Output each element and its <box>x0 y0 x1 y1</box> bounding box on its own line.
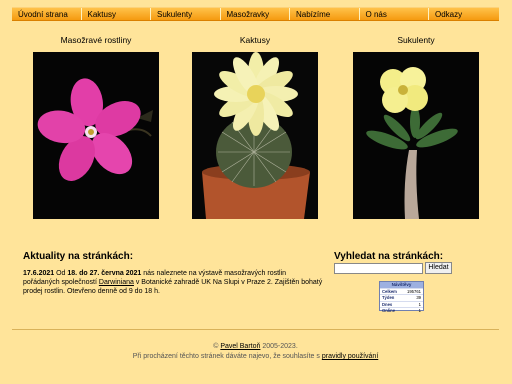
counter-value: 195761 <box>407 289 421 294</box>
news-event-dates: 18. do 27. června 2021 <box>67 270 142 277</box>
copyright-years: 2005-2023. <box>260 343 298 350</box>
category-cacti: Kaktusy <box>190 35 320 219</box>
counter-label: Týden <box>382 295 395 301</box>
search-heading: Vyhledat na stránkách: <box>334 251 444 262</box>
category-title[interactable]: Masožravé rostliny <box>31 35 161 52</box>
news-text: 17.6.2021 Od 18. do 27. června 2021 nás … <box>23 269 323 296</box>
darwiniana-link[interactable]: Darwiniana <box>99 279 134 286</box>
cactus-photo[interactable] <box>192 52 318 219</box>
counter-label: Dnes <box>382 301 393 307</box>
search-button[interactable]: Hledat <box>425 262 452 274</box>
category-succulents: Sukulenty <box>351 35 481 219</box>
author-link[interactable]: Pavel Bartoň <box>220 343 260 350</box>
nav-item-links[interactable]: Odkazy <box>429 8 499 20</box>
nav-item-cacti[interactable]: Kaktusy <box>82 8 151 20</box>
succulent-photo[interactable] <box>353 52 479 219</box>
nav-item-carnivorous[interactable]: Masožravky <box>221 8 290 20</box>
category-title[interactable]: Sukulenty <box>351 35 481 52</box>
counter-label: Online <box>382 308 396 314</box>
consent-line: Při procházení těchto stránek dáváte naj… <box>12 352 499 362</box>
search-input[interactable] <box>334 263 423 274</box>
counter-value: 39 <box>416 295 421 301</box>
counter-value: 1 <box>418 301 421 307</box>
nav-item-home[interactable]: Úvodní strana <box>12 8 82 20</box>
news-heading: Aktuality na stránkách: <box>23 251 134 262</box>
news-text-part: Od <box>54 270 68 277</box>
footer: © Pavel Bartoň 2005-2023. Při procházení… <box>12 342 499 362</box>
nav-item-succulents[interactable]: Sukulenty <box>151 8 221 20</box>
news-date: 17.6.2021 <box>23 270 55 277</box>
terms-link[interactable]: pravidly používání <box>322 353 378 360</box>
visit-counter[interactable]: Návštěvy Celkem 195761 Týden 39 Dnes 1 Onli… <box>379 281 424 313</box>
consent-text: Při procházení těchto stránek dáváte naj… <box>132 353 322 360</box>
category-carnivorous: Masožravé rostliny <box>31 35 161 219</box>
footer-divider <box>12 329 499 330</box>
nav-item-about[interactable]: O nás <box>360 8 429 20</box>
nav-item-offer[interactable]: Nabízíme <box>290 8 360 20</box>
category-title[interactable]: Kaktusy <box>190 35 320 52</box>
main-nav: Úvodní strana Kaktusy Sukulenty Masožrav… <box>12 7 499 21</box>
counter-row: Online 1 <box>380 307 423 313</box>
counter-value: 1 <box>418 308 421 314</box>
copyright-line: © Pavel Bartoň 2005-2023. <box>12 342 499 352</box>
counter-label: Celkem <box>382 289 397 294</box>
carnivorous-plant-photo[interactable] <box>33 52 159 219</box>
